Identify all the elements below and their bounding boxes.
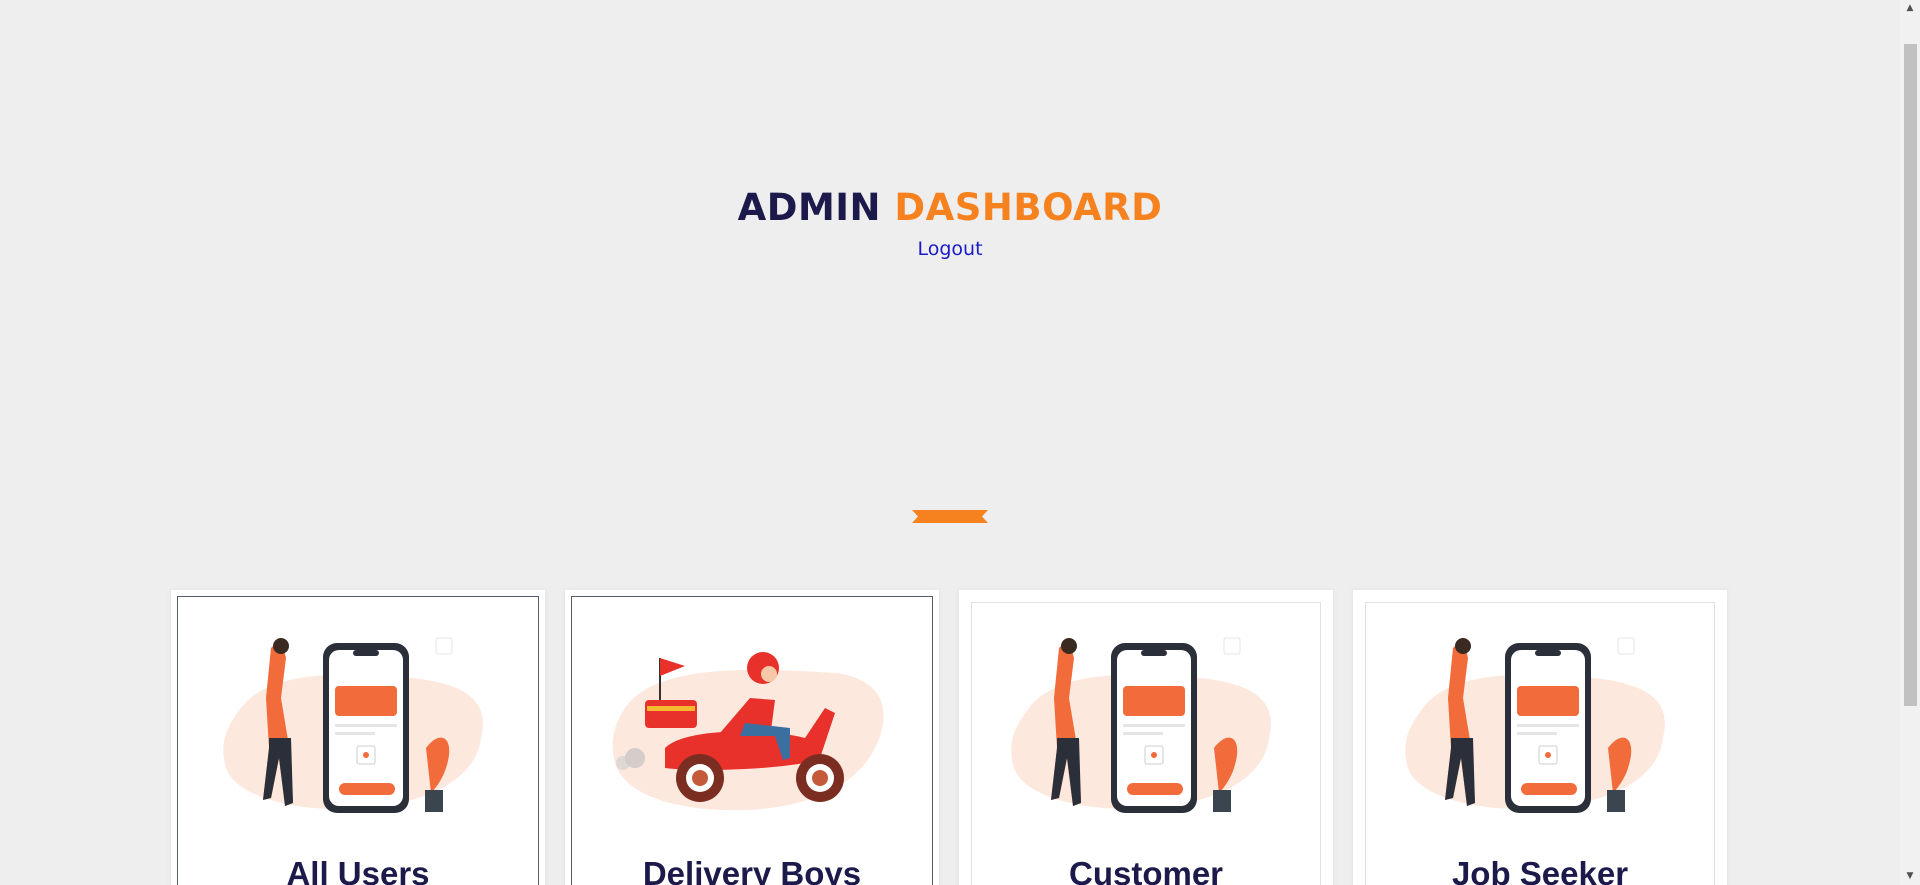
title-admin: ADMIN (737, 186, 882, 229)
card-label: Job Seeker (1451, 855, 1629, 885)
vertical-scrollbar[interactable]: ▲ ▼ (1900, 0, 1920, 885)
card-customer[interactable]: Customer (959, 590, 1333, 885)
logout-link[interactable]: Logout (917, 238, 982, 260)
card-label: All Users (286, 855, 430, 885)
delivery-scooter-illustration-icon (612, 652, 884, 811)
page-title: ADMIN DASHBOARD (0, 180, 1900, 236)
payment-phone-illustration-icon (1011, 637, 1271, 813)
card-all-users[interactable]: All Users (171, 590, 545, 885)
dashboard-cards: All Users Delivery Boys Customer Job See… (171, 590, 1729, 885)
title-dashboard: DASHBOARD (894, 186, 1163, 229)
scroll-down-arrow-icon[interactable]: ▼ (1900, 868, 1920, 885)
card-job-seeker[interactable]: Job Seeker (1353, 590, 1727, 885)
scroll-up-arrow-icon[interactable]: ▲ (1900, 0, 1920, 17)
card-delivery-boys[interactable]: Delivery Boys (565, 590, 939, 885)
page: ADMIN DASHBOARD Logout All Users Deliver… (0, 0, 1900, 885)
payment-phone-illustration-icon (223, 637, 483, 813)
payment-phone-illustration-icon (1405, 637, 1665, 813)
card-label: Customer (1068, 855, 1224, 885)
orange-ribbon-divider (912, 510, 988, 523)
card-label: Delivery Boys (642, 855, 862, 885)
hero-section: ADMIN DASHBOARD Logout (0, 180, 1900, 260)
scroll-thumb[interactable] (1904, 44, 1917, 706)
